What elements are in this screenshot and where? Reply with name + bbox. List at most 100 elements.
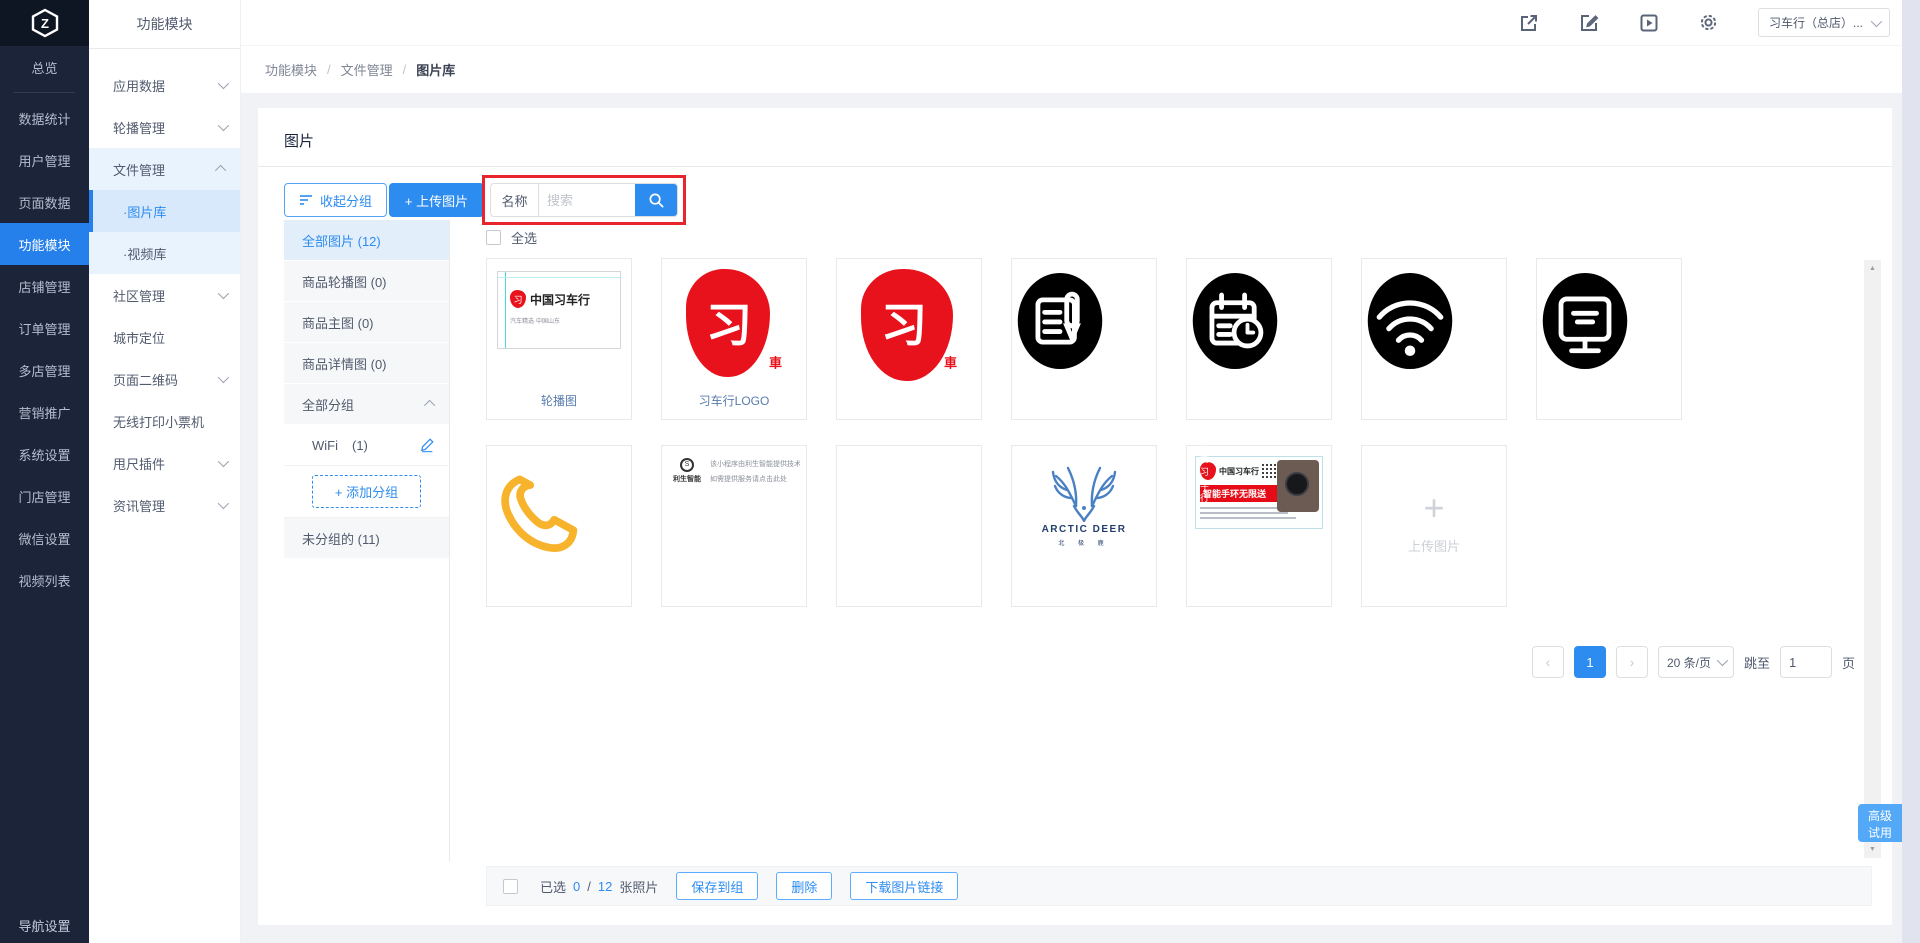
image-grid: 习 中国习车行 汽车精选·中国山东 轮播图 习 車 习车行LOGO 习 車 S … xyxy=(486,258,1696,607)
group-product-carousel[interactable]: 商品轮播图 (0) xyxy=(284,261,449,302)
add-group-button[interactable]: + 添加分组 xyxy=(311,475,422,508)
sidebar-item-user-mgmt[interactable]: 用户管理 xyxy=(0,139,89,181)
selected-label: 已选 xyxy=(540,879,567,895)
chevron-down-icon xyxy=(217,455,230,468)
select-batch-checkbox[interactable] xyxy=(503,878,518,894)
delete-button[interactable]: 删除 xyxy=(776,872,833,900)
chevron-down-icon xyxy=(217,119,230,132)
sidebar-item-video-list[interactable]: 视频列表 xyxy=(0,559,89,601)
image-card-carousel-banner[interactable]: 习 中国习车行 汽车精选·中国山东 轮播图 xyxy=(486,258,632,420)
select-all-label: 全选 xyxy=(511,231,538,246)
play-video-icon[interactable] xyxy=(1638,12,1660,34)
image-library-panel: 图片 收起分组 + 上传图片 名称 全部图片 ( xyxy=(258,108,1892,925)
sidebar-item-marketing[interactable]: 营销推广 xyxy=(0,391,89,433)
sidebar-item-feature-modules[interactable]: 功能模块 xyxy=(0,223,89,265)
deer-brand-subtext: 北 极 鹿 xyxy=(1058,541,1110,547)
jump-page-input[interactable] xyxy=(1779,646,1832,678)
page-number-1[interactable]: 1 xyxy=(1573,646,1606,678)
window-scrollbar[interactable] xyxy=(1902,0,1920,943)
submenu-file-mgmt[interactable]: 文件管理 xyxy=(89,148,240,190)
chevron-down-icon xyxy=(217,77,230,90)
svg-text:Z: Z xyxy=(41,16,49,31)
sidebar-item-system-settings[interactable]: 系统设置 xyxy=(0,433,89,475)
submenu-ruler-plugin[interactable]: 甩尺插件 xyxy=(89,442,240,484)
submenu-video-library[interactable]: ·视频库 xyxy=(89,232,240,274)
edit-pencil-icon[interactable] xyxy=(419,437,435,453)
content-scrollbar[interactable]: ▲ ▼ xyxy=(1864,260,1881,858)
group-product-detail[interactable]: 商品详情图 (0) xyxy=(284,343,449,384)
submenu-carousel-mgmt[interactable]: 轮播管理 xyxy=(89,106,240,148)
open-in-new-icon[interactable] xyxy=(1518,12,1540,34)
red-seal-icon: 习 xyxy=(510,290,526,308)
chevron-down-icon xyxy=(217,287,230,300)
image-caption: 习车行LOGO xyxy=(698,394,770,408)
image-card-tech-support[interactable]: S 利生智能 该小程序由利生智能提供技术支持 如需提供服务请点击此处 xyxy=(661,445,807,607)
submenu-image-library[interactable]: ·图片库 xyxy=(89,190,240,232)
collapse-lines-icon xyxy=(300,195,312,205)
select-all-checkbox[interactable] xyxy=(486,230,501,245)
compose-icon[interactable] xyxy=(1578,12,1600,34)
sidebar-item-multistore-mgmt[interactable]: 多店管理 xyxy=(0,349,89,391)
sidebar-item-overview[interactable]: 总览 xyxy=(0,46,89,88)
submenu-news-mgmt[interactable]: 资讯管理 xyxy=(89,484,240,526)
photos-unit-label: 张照片 xyxy=(619,879,659,895)
premium-trial-badge[interactable]: 高级 试用 xyxy=(1858,804,1902,842)
sidebar-item-store-mgmt[interactable]: 门店管理 xyxy=(0,475,89,517)
group-all-groups-toggle[interactable]: 全部分组 xyxy=(284,384,449,425)
group-product-main[interactable]: 商品主图 (0) xyxy=(284,302,449,343)
breadcrumb-feature-modules[interactable]: 功能模块 xyxy=(265,60,317,79)
account-selector[interactable]: 习车行（总店）... xyxy=(1757,8,1890,37)
magnifier-icon xyxy=(649,193,663,207)
secondary-sidebar-title: 功能模块 xyxy=(89,0,240,49)
next-page-button[interactable]: › xyxy=(1615,646,1648,678)
submenu-wireless-printer[interactable]: 无线打印小票机 xyxy=(89,400,240,442)
submenu-page-qrcode[interactable]: 页面二维码 xyxy=(89,358,240,400)
scroll-down-icon[interactable]: ▼ xyxy=(1864,846,1881,853)
submenu-app-data[interactable]: 应用数据 xyxy=(89,64,240,106)
sidebar-item-shop-mgmt[interactable]: 店铺管理 xyxy=(0,265,89,307)
plus-icon: + xyxy=(1423,487,1445,528)
search-input[interactable] xyxy=(539,184,635,216)
submenu-community-mgmt[interactable]: 社区管理 xyxy=(89,274,240,316)
sidebar-item-order-mgmt[interactable]: 订单管理 xyxy=(0,307,89,349)
upload-image-button[interactable]: + 上传图片 xyxy=(389,183,484,217)
image-card-xichehang-seal[interactable]: 习 車 xyxy=(836,258,982,420)
image-card-arctic-deer[interactable]: ARCTIC DEER 北 极 鹿 xyxy=(1011,445,1157,607)
image-card-promo-flyer[interactable]: 中国习车行 中国习车行 智能手环无限送 xyxy=(1186,441,1332,607)
image-card-xichehang-logo[interactable]: 习 車 习车行LOGO xyxy=(661,258,807,420)
page-title: 图片 xyxy=(284,133,315,150)
group-ungrouped[interactable]: 未分组的 (11) xyxy=(284,518,449,559)
app-logo[interactable]: Z xyxy=(0,0,89,46)
total-count: 12 xyxy=(597,878,613,894)
image-card-blank[interactable] xyxy=(836,445,982,607)
group-wifi[interactable]: WiFi (1) xyxy=(284,425,449,466)
prev-page-button[interactable]: ‹ xyxy=(1531,646,1564,678)
secondary-sidebar: 功能模块 应用数据 轮播管理 文件管理 ·图片库 ·视频库 社区管理 城市定位 … xyxy=(89,0,241,943)
image-card-wifi-icon[interactable] xyxy=(1361,258,1507,420)
search-group: 名称 xyxy=(490,183,678,217)
image-card-monitor-icon[interactable] xyxy=(1536,258,1682,420)
sidebar-item-data-stats[interactable]: 数据统计 xyxy=(0,97,89,139)
image-card-document-icon[interactable] xyxy=(1011,258,1157,420)
search-button[interactable] xyxy=(635,184,677,216)
nav-settings-link[interactable]: 导航设置 xyxy=(0,916,89,935)
chevron-down-icon xyxy=(217,371,230,384)
submenu-city-location[interactable]: 城市定位 xyxy=(89,316,240,358)
breadcrumb-file-mgmt[interactable]: 文件管理 xyxy=(341,60,393,79)
save-to-group-button[interactable]: 保存到组 xyxy=(676,872,759,900)
page-size-select[interactable]: 20 条/页 xyxy=(1657,646,1734,678)
smartwatch-photo xyxy=(1277,460,1319,512)
calendar-clock-icon xyxy=(1192,273,1278,369)
download-links-button[interactable]: 下载图片链接 xyxy=(850,872,959,900)
collapse-groups-button[interactable]: 收起分组 xyxy=(284,183,388,217)
phone-handset-icon xyxy=(501,475,578,552)
group-all-images[interactable]: 全部图片 (12) xyxy=(284,220,449,261)
image-card-phone-icon[interactable] xyxy=(486,445,632,607)
scroll-up-icon[interactable]: ▲ xyxy=(1864,265,1881,272)
upload-image-card[interactable]: + 上传图片 xyxy=(1361,445,1507,607)
sidebar-item-page-data[interactable]: 页面数据 xyxy=(0,181,89,223)
jump-to-label: 跳至 xyxy=(1743,655,1770,671)
image-card-calendar-icon[interactable] xyxy=(1186,258,1332,420)
sidebar-item-wechat-settings[interactable]: 微信设置 xyxy=(0,517,89,559)
gear-icon[interactable] xyxy=(1698,12,1720,34)
